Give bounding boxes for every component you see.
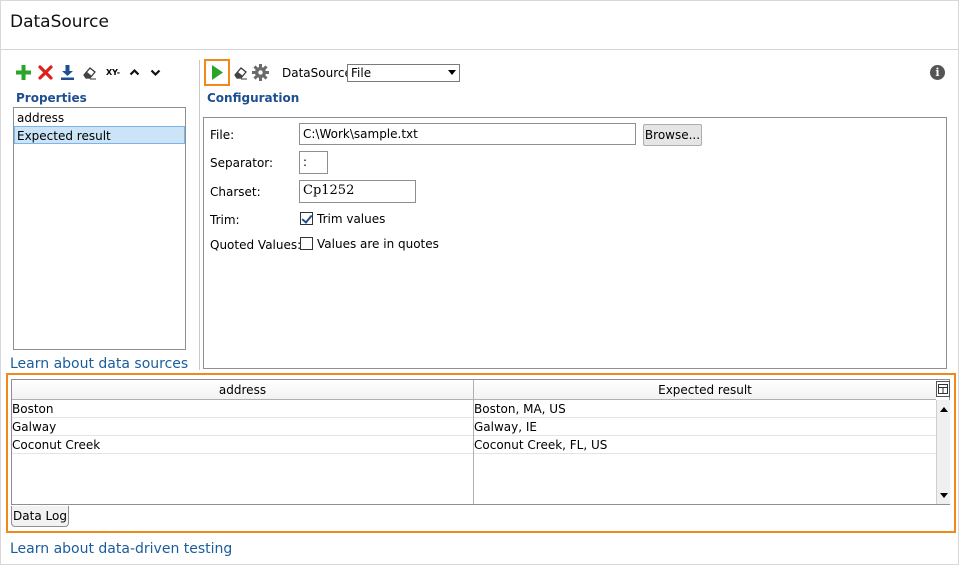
panel-divider[interactable] (199, 60, 200, 370)
property-item-label: address (17, 111, 65, 125)
file-label: File: (210, 128, 235, 142)
info-icon[interactable]: i (930, 65, 945, 80)
separator-label: Separator: (210, 156, 274, 170)
browse-button[interactable]: Browse... (643, 124, 702, 146)
clear-eraser-icon[interactable] (232, 64, 249, 81)
table-cell[interactable]: Coconut Creek, FL, US (474, 436, 936, 454)
delete-icon[interactable] (37, 64, 54, 81)
configuration-label: Configuration (207, 91, 300, 105)
table-cell[interactable]: Coconut Creek (12, 436, 473, 454)
table-cell[interactable]: Boston, MA, US (474, 400, 936, 418)
datasource-label: DataSource: (282, 66, 356, 80)
play-icon (211, 65, 223, 80)
trim-checkbox-label[interactable]: Trim values (317, 212, 385, 226)
gear-icon[interactable] (252, 64, 269, 81)
trim-checkbox[interactable] (300, 212, 313, 225)
datasource-window: DataSource XY- Properties address Expect… (0, 0, 959, 565)
property-item-address[interactable]: address (14, 108, 185, 126)
browse-button-label: Browse... (644, 128, 701, 142)
properties-list[interactable]: address Expected result (13, 107, 186, 350)
charset-input-value: Cp1252 (303, 183, 355, 198)
separator-input[interactable]: : (299, 151, 328, 174)
download-icon[interactable] (59, 64, 76, 81)
table-cell[interactable]: Galway, IE (474, 418, 936, 436)
data-log-grid[interactable]: address Expected result Boston Boston, M… (11, 379, 950, 505)
charset-label: Charset: (210, 185, 261, 199)
column-header-expected-result[interactable]: Expected result (474, 380, 936, 400)
quoted-values-label: Quoted Values: (210, 238, 302, 252)
run-button[interactable] (204, 59, 230, 86)
add-icon[interactable] (15, 64, 32, 81)
scroll-up-icon[interactable] (937, 402, 951, 416)
window-title: DataSource (10, 12, 109, 32)
datasource-value: File (351, 66, 372, 80)
table-cell[interactable]: Boston (12, 400, 473, 418)
eraser-icon[interactable] (81, 64, 98, 81)
column-header-label: Expected result (658, 383, 752, 397)
learn-data-sources-link[interactable]: Learn about data sources (10, 356, 188, 372)
property-item-label: Expected result (17, 129, 111, 143)
trim-label: Trim: (210, 213, 240, 227)
quoted-values-checkbox-label[interactable]: Values are in quotes (317, 237, 439, 251)
properties-label: Properties (16, 91, 87, 105)
column-chooser-icon[interactable] (936, 381, 950, 397)
column-header-label: address (218, 383, 267, 397)
file-input[interactable]: C:\Work\sample.txt (299, 123, 636, 145)
tab-data-log-label: Data Log (13, 509, 67, 523)
charset-input[interactable]: Cp1252 (299, 180, 416, 203)
move-down-icon[interactable] (147, 64, 164, 81)
title-bar: DataSource (1, 1, 958, 50)
column-header-address[interactable]: address (12, 380, 473, 400)
xy-label: XY- (105, 68, 121, 77)
tab-data-log[interactable]: Data Log (11, 506, 69, 527)
quoted-values-checkbox[interactable] (300, 237, 313, 250)
separator-input-value: : (303, 155, 308, 169)
chevron-down-icon (448, 70, 456, 75)
xy-icon[interactable]: XY- (103, 64, 123, 81)
datasource-select[interactable]: File (347, 64, 460, 82)
move-up-icon[interactable] (126, 64, 143, 81)
learn-data-driven-link[interactable]: Learn about data-driven testing (10, 541, 232, 557)
table-cell[interactable]: Galway (12, 418, 473, 436)
property-item-expected-result[interactable]: Expected result (14, 126, 185, 144)
scroll-down-icon[interactable] (937, 488, 951, 502)
vertical-scrollbar[interactable] (936, 400, 950, 504)
file-input-value: C:\Work\sample.txt (303, 127, 418, 141)
